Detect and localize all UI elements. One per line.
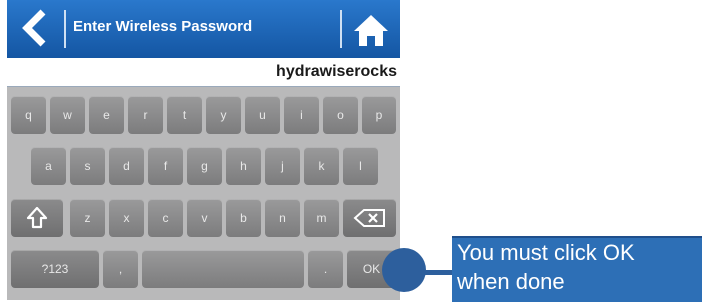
key-u[interactable]: u [245,96,280,134]
callout-line-2: when done [457,269,565,294]
space-bar[interactable] [142,250,304,288]
key-a[interactable]: a [31,147,66,185]
key-v[interactable]: v [187,199,222,237]
key-d[interactable]: d [109,147,144,185]
numbers-button[interactable]: ?123 [11,250,99,288]
key-period[interactable]: . [308,250,343,288]
key-y[interactable]: y [206,96,241,134]
key-k[interactable]: k [304,147,339,185]
key-p[interactable]: p [362,96,396,134]
device-screen: Enter Wireless Password q w e r t y u i … [7,0,400,300]
key-f[interactable]: f [148,147,183,185]
key-l[interactable]: l [343,147,378,185]
password-field[interactable] [7,58,400,87]
key-e[interactable]: e [89,96,124,134]
key-w[interactable]: w [50,96,85,134]
home-button[interactable] [351,12,391,48]
key-i[interactable]: i [284,96,319,134]
key-s[interactable]: s [70,147,105,185]
key-r[interactable]: r [128,96,163,134]
back-button[interactable] [17,8,57,48]
key-b[interactable]: b [226,199,261,237]
key-h[interactable]: h [226,147,261,185]
onscreen-keyboard: q w e r t y u i o p a s d f g h j k l z … [7,87,400,300]
key-j[interactable]: j [265,147,300,185]
shift-button[interactable] [11,199,63,237]
home-icon [354,15,388,46]
key-comma[interactable]: , [103,250,138,288]
key-n[interactable]: n [265,199,300,237]
key-c[interactable]: c [148,199,183,237]
key-g[interactable]: g [187,147,222,185]
key-q[interactable]: q [11,96,46,134]
key-z[interactable]: z [70,199,105,237]
back-arrow-icon [22,9,46,47]
header-divider-left [64,10,66,48]
header-bar: Enter Wireless Password [7,0,400,58]
key-t[interactable]: t [167,96,202,134]
key-x[interactable]: x [109,199,144,237]
password-input[interactable] [7,58,400,86]
shift-icon [26,206,48,229]
callout-text: You must click OK when done [457,238,697,296]
backspace-button[interactable] [343,199,396,237]
key-m[interactable]: m [304,199,339,237]
header-divider-right [340,10,342,48]
callout-line-1: You must click OK [457,240,635,265]
key-o[interactable]: o [323,96,358,134]
page-title: Enter Wireless Password [73,18,253,35]
backspace-icon [352,209,385,227]
